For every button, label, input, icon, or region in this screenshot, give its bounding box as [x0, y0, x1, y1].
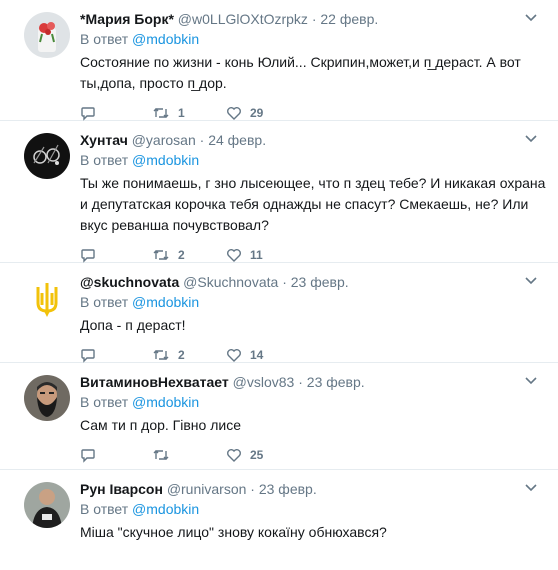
reply-button[interactable] — [80, 247, 152, 263]
retweet-icon — [153, 350, 169, 360]
tweet-text: Сам ти п дор. Гівно лисе — [80, 417, 241, 433]
like-button[interactable]: 14 — [226, 347, 300, 363]
reply-icon — [81, 349, 95, 363]
separator-dot: · — [298, 374, 303, 390]
reply-mention-link[interactable]: @mdobkin — [132, 294, 199, 310]
separator-dot: · — [199, 132, 205, 148]
reply-prefix: В ответ — [80, 31, 129, 47]
separator-dot: · — [282, 274, 287, 290]
chevron-down-icon[interactable] — [524, 480, 538, 494]
tweet-actions: 2 11 — [80, 245, 546, 265]
heart-icon — [227, 349, 241, 362]
retweet-button[interactable]: 2 — [152, 347, 226, 363]
like-count: 14 — [250, 348, 264, 362]
reply-icon — [81, 249, 95, 263]
reply-button[interactable] — [80, 105, 152, 121]
retweet-count: 2 — [178, 248, 185, 262]
reply-prefix: В ответ — [80, 152, 129, 168]
like-button[interactable]: 29 — [226, 105, 300, 121]
heart-icon — [227, 449, 241, 462]
tweet[interactable]: @skuchnovata @Skuchnovata · 23 февр. В о… — [0, 263, 558, 363]
avatar[interactable] — [24, 133, 70, 179]
reply-prefix: В ответ — [80, 501, 129, 517]
user-handle[interactable]: @yarosan — [132, 132, 196, 148]
reply-icon — [81, 449, 95, 463]
tweet[interactable]: ВитаминовНехватает @vslov83 · 23 февр. В… — [0, 363, 558, 470]
chevron-down-icon[interactable] — [524, 131, 538, 145]
separator-dot: · — [250, 481, 255, 497]
retweet-count: 2 — [178, 348, 185, 362]
display-name[interactable]: @skuchnovata — [80, 274, 179, 290]
tweet-actions: 1 29 — [80, 103, 546, 123]
user-handle[interactable]: @vslov83 — [233, 374, 295, 390]
tweet-date[interactable]: 23 февр. — [259, 481, 317, 497]
avatar[interactable] — [24, 482, 70, 528]
reply-prefix: В ответ — [80, 294, 129, 310]
chevron-down-icon[interactable] — [524, 373, 538, 387]
retweet-count: 1 — [178, 106, 185, 120]
reply-button[interactable] — [80, 447, 152, 463]
tweet[interactable]: *Мария Борк* @w0LLGlOXtOzrpkz · 22 февр.… — [0, 0, 558, 121]
retweet-button[interactable]: 1 — [152, 105, 226, 121]
avatar[interactable] — [24, 375, 70, 421]
reply-prefix: В ответ — [80, 394, 129, 410]
trident-icon — [24, 275, 70, 321]
tweet[interactable]: Хунтач @yarosan · 24 февр. В ответ @mdob… — [0, 121, 558, 263]
tweet-date[interactable]: 23 февр. — [291, 274, 349, 290]
tweet-actions: 2 14 — [80, 345, 546, 365]
tweet-text: Состояние по жизни - конь Юлий... Скрипи… — [80, 54, 521, 91]
tweet-date[interactable]: 23 февр. — [307, 374, 365, 390]
like-count: 25 — [250, 448, 264, 462]
separator-dot: · — [311, 11, 317, 27]
tweet-text: Міша "скучное лицо" знову кокаїну обнюха… — [80, 524, 387, 540]
tweet-text: Ты же понимаешь, г зно лысеющее, что п з… — [80, 175, 546, 233]
retweet-button[interactable] — [152, 447, 226, 463]
avatar[interactable] — [24, 12, 70, 58]
display-name[interactable]: ВитаминовНехватает — [80, 374, 229, 390]
reply-context: В ответ @mdobkin — [80, 500, 546, 518]
user-handle[interactable]: @runivarson — [167, 481, 247, 497]
avatar[interactable] — [24, 275, 70, 321]
chevron-down-icon[interactable] — [524, 10, 538, 24]
user-handle[interactable]: @w0LLGlOXtOzrpkz — [178, 11, 308, 27]
heart-icon — [227, 107, 241, 120]
tweet-date[interactable]: 22 февр. — [320, 11, 378, 27]
display-name[interactable]: Хунтач — [80, 132, 128, 148]
heart-icon — [227, 249, 241, 262]
reply-context: В ответ @mdobkin — [80, 30, 546, 48]
like-button[interactable]: 25 — [226, 447, 300, 463]
tweet[interactable]: Рун Іварсон @runivarson · 23 февр. В отв… — [0, 470, 558, 570]
retweet-button[interactable]: 2 — [152, 247, 226, 263]
reply-mention-link[interactable]: @mdobkin — [132, 394, 199, 410]
retweet-icon — [153, 450, 169, 460]
reply-mention-link[interactable]: @mdobkin — [132, 31, 199, 47]
retweet-icon — [153, 108, 169, 118]
reply-mention-link[interactable]: @mdobkin — [132, 152, 199, 168]
reply-feed: *Мария Борк* @w0LLGlOXtOzrpkz · 22 февр.… — [0, 0, 558, 570]
display-name[interactable]: Рун Іварсон — [80, 481, 163, 497]
reply-button[interactable] — [80, 347, 152, 363]
tweet-text: Допа - п дераст! — [80, 317, 186, 333]
user-handle[interactable]: @Skuchnovata — [183, 274, 278, 290]
like-count: 29 — [250, 106, 264, 120]
display-name[interactable]: *Мария Борк* — [80, 11, 174, 27]
like-button[interactable]: 11 — [226, 247, 300, 263]
reply-context: В ответ @mdobkin — [80, 393, 546, 411]
reply-icon — [81, 107, 95, 121]
reply-mention-link[interactable]: @mdobkin — [132, 501, 199, 517]
reply-context: В ответ @mdobkin — [80, 151, 546, 169]
retweet-icon — [153, 250, 169, 260]
tweet-actions: 25 — [80, 445, 546, 465]
like-count: 11 — [250, 248, 263, 262]
tweet-date[interactable]: 24 февр. — [208, 132, 266, 148]
reply-context: В ответ @mdobkin — [80, 293, 546, 311]
chevron-down-icon[interactable] — [524, 273, 538, 287]
